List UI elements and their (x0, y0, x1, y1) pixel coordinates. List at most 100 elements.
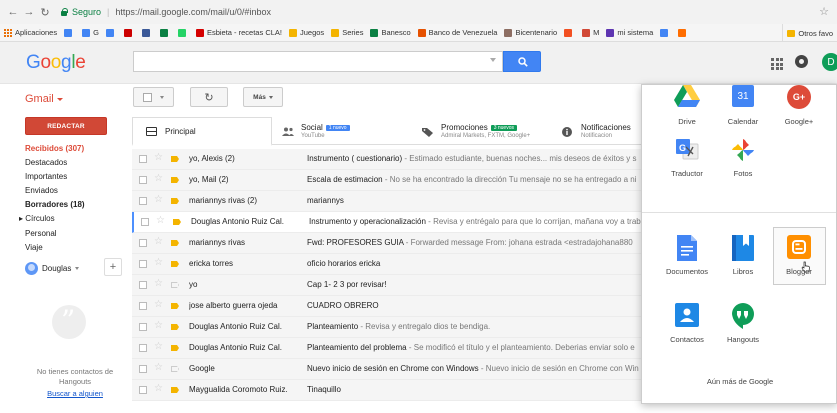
search-button[interactable] (503, 51, 541, 72)
importance-marker-icon[interactable] (171, 240, 179, 246)
importance-marker-icon[interactable] (171, 282, 179, 288)
row-checkbox[interactable] (139, 176, 147, 184)
star-icon[interactable]: ☆ (154, 257, 163, 268)
bookmark-item[interactable] (660, 28, 671, 37)
refresh-button[interactable]: ↻ (190, 87, 228, 107)
bookmark-item[interactable]: Aplicaciones (4, 28, 57, 37)
app-fotos[interactable]: Fotos (715, 137, 771, 178)
bookmark-item[interactable]: Banco de Venezuela (417, 28, 497, 37)
logo-letter: g (61, 52, 72, 73)
importance-marker-icon[interactable] (171, 156, 179, 162)
row-checkbox[interactable] (139, 386, 147, 394)
bookmark-item[interactable]: M (582, 28, 599, 37)
forward-arrow-icon[interactable]: → (22, 5, 36, 19)
importance-marker-icon[interactable] (171, 345, 179, 351)
row-checkbox[interactable] (139, 260, 147, 268)
bookmark-star-icon[interactable]: ☆ (819, 5, 829, 18)
row-checkbox[interactable] (139, 155, 147, 163)
search-input[interactable] (133, 51, 503, 72)
app-hangouts[interactable]: Hangouts (715, 303, 771, 344)
row-checkbox[interactable] (139, 239, 147, 247)
bookmark-item[interactable]: Juegos (289, 28, 324, 37)
app-google[interactable]: G+ Google+ (771, 85, 827, 126)
tab-4[interactable]: Notificaciones Notificacion (562, 117, 631, 145)
app-drive[interactable]: Drive (659, 85, 715, 126)
search-options-caret-icon[interactable] (490, 58, 496, 62)
star-icon[interactable]: ☆ (154, 362, 163, 373)
more-google-apps-link[interactable]: Aún más de Google (642, 377, 836, 386)
bookmark-item[interactable]: G (82, 28, 99, 37)
folder-item[interactable]: Recibidos (307) (25, 142, 125, 156)
importance-marker-icon[interactable] (173, 219, 181, 225)
back-arrow-icon[interactable]: ← (6, 5, 20, 19)
bookmark-item[interactable]: Bicentenario (504, 28, 557, 37)
importance-marker-icon[interactable] (171, 198, 179, 204)
other-bookmarks[interactable]: Otros favo (782, 24, 837, 41)
folder-item[interactable]: Viaje (25, 241, 125, 255)
bookmark-item[interactable]: Banesco (370, 28, 411, 37)
star-icon[interactable]: ☆ (154, 341, 163, 352)
importance-marker-icon[interactable] (171, 324, 179, 330)
row-checkbox[interactable] (139, 344, 147, 352)
importance-marker-icon[interactable] (171, 366, 179, 372)
star-icon[interactable]: ☆ (156, 215, 165, 226)
bookmark-item[interactable] (159, 28, 171, 37)
app-blogger[interactable]: Blogger (771, 235, 827, 276)
star-icon[interactable]: ☆ (154, 194, 163, 205)
bookmark-item[interactable] (64, 28, 75, 37)
bookmark-item[interactable]: mi sistema (606, 28, 653, 37)
apps-grid-icon[interactable] (771, 58, 783, 70)
bookmark-item[interactable] (678, 28, 689, 37)
bookmark-item[interactable] (141, 28, 153, 37)
folder-item[interactable]: Importantes (25, 170, 125, 184)
star-icon[interactable]: ☆ (154, 383, 163, 394)
folder-item[interactable]: Destacados (25, 156, 125, 170)
star-icon[interactable]: ☆ (154, 173, 163, 184)
bookmark-item[interactable] (123, 28, 135, 37)
search-people-link[interactable]: Buscar a alguien (20, 389, 130, 398)
google-logo[interactable]: Google (26, 52, 86, 74)
app-traductor[interactable]: G Traductor (659, 137, 715, 178)
row-checkbox[interactable] (139, 365, 147, 373)
url-field[interactable]: Seguro | https://mail.google.com/mail/u/… (60, 4, 271, 21)
app-contactos[interactable]: Contactos (659, 303, 715, 344)
row-checkbox[interactable] (141, 218, 149, 226)
bookmark-item[interactable] (105, 28, 117, 37)
star-icon[interactable]: ☆ (154, 236, 163, 247)
bookmark-item[interactable] (177, 28, 189, 37)
more-actions-button[interactable]: Más (243, 87, 283, 107)
app-libros[interactable]: Libros (715, 235, 771, 276)
folder-item[interactable]: Borradores (18) (25, 198, 125, 212)
row-checkbox[interactable] (139, 281, 147, 289)
star-icon[interactable]: ☆ (154, 278, 163, 289)
app-documentos[interactable]: Documentos (659, 235, 715, 276)
notifications-icon[interactable] (795, 55, 808, 68)
add-contact-button[interactable]: + (104, 258, 122, 276)
tab-1[interactable]: Principal (132, 117, 272, 146)
bookmark-item[interactable]: Esbieta - recetas CLA! (195, 28, 282, 37)
star-icon[interactable]: ☆ (154, 320, 163, 331)
row-checkbox[interactable] (139, 323, 147, 331)
importance-marker-icon[interactable] (171, 303, 179, 309)
star-icon[interactable]: ☆ (154, 299, 163, 310)
tab-2[interactable]: Social 1 nuevo YouTube (282, 117, 350, 145)
url-text: https://mail.google.com/mail/u/0/#inbox (115, 7, 271, 17)
account-avatar[interactable]: D (822, 53, 837, 71)
bookmark-item[interactable]: Series (331, 28, 363, 37)
row-checkbox[interactable] (139, 302, 147, 310)
folder-item[interactable]: ▸ Círculos (19, 212, 125, 226)
folder-item[interactable]: Enviados (25, 184, 125, 198)
importance-marker-icon[interactable] (171, 387, 179, 393)
importance-marker-icon[interactable] (171, 177, 179, 183)
select-all-checkbox[interactable] (133, 87, 174, 107)
bookmark-item[interactable] (564, 28, 575, 37)
importance-marker-icon[interactable] (171, 261, 179, 267)
row-checkbox[interactable] (139, 197, 147, 205)
gmail-menu[interactable]: Gmail (25, 93, 63, 105)
compose-button[interactable]: REDACTAR (25, 117, 107, 135)
star-icon[interactable]: ☆ (154, 152, 163, 163)
tab-3[interactable]: Promociones 3 nuevos Admiral Markets, FXTM… (422, 117, 530, 145)
reload-icon[interactable]: ↻ (38, 5, 52, 19)
app-calendar[interactable]: 31 Calendar (715, 85, 771, 126)
folder-item[interactable]: Personal (25, 227, 125, 241)
